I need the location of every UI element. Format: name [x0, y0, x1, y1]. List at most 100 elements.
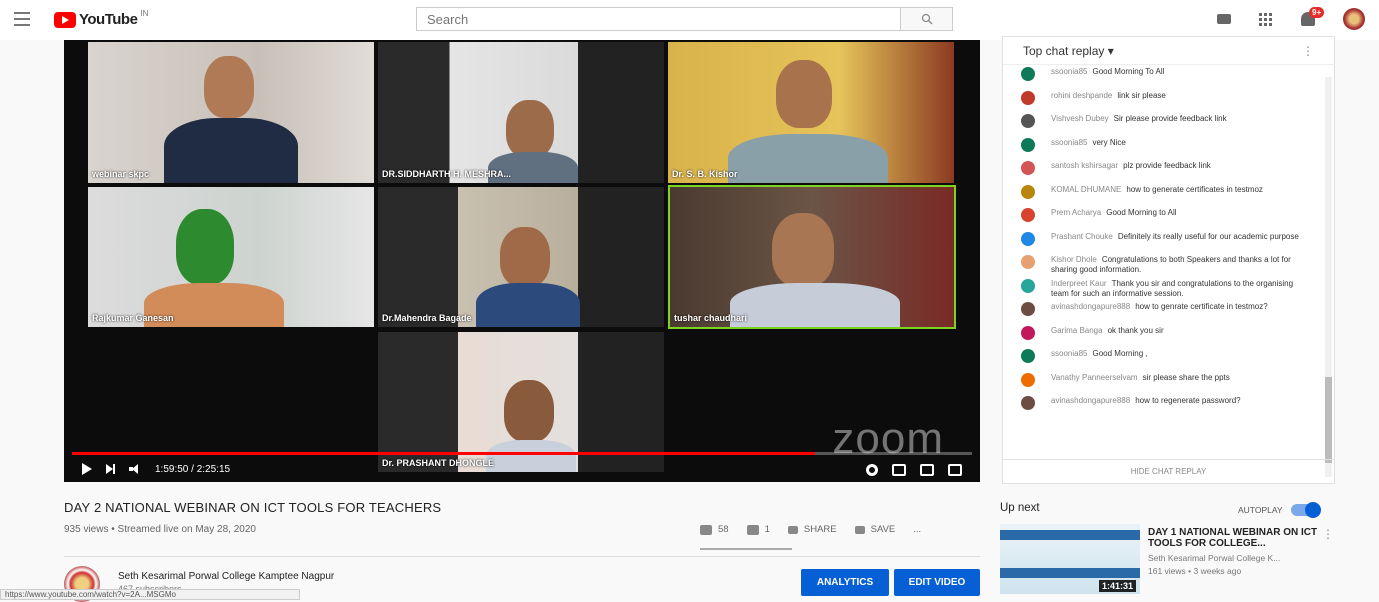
progress-fill	[72, 452, 815, 455]
chat-message: ssoonia85 very Nice	[1003, 136, 1324, 160]
volume-icon[interactable]	[129, 464, 141, 474]
chat-author-name: ssoonia85	[1051, 137, 1088, 147]
chat-author-avatar	[1021, 114, 1035, 128]
chat-author-name: Inderpreet Kaur	[1051, 278, 1107, 288]
autoplay-toggle[interactable]	[1290, 502, 1321, 518]
hamburger-menu-icon[interactable]	[14, 12, 30, 26]
dislike-button[interactable]: 1	[746, 524, 770, 535]
autoplay-control: AUTOPLAY	[1238, 502, 1321, 518]
participant-tile-active: tushar chaudhari	[668, 185, 956, 329]
video-player[interactable]: webinar skpc DR.SIDDHARTH H. MESHRA... D…	[64, 40, 980, 482]
create-video-icon[interactable]	[1217, 10, 1235, 28]
chat-message-list[interactable]: ssoonia85 Good Morning To All rohini deshp…	[1003, 65, 1324, 465]
chat-mode-dropdown[interactable]: Top chat replay ▾	[1023, 44, 1114, 58]
video-meta: 935 views • Streamed live on May 28, 202…	[64, 524, 256, 535]
miniplayer-icon[interactable]	[892, 464, 906, 476]
logo-region: IN	[140, 9, 149, 18]
chat-message: Garima Banga ok thank you sir	[1003, 324, 1324, 348]
player-controls: 1:59:50 / 2:25:15	[64, 456, 980, 482]
chat-message-body: santosh kshirsagar plz provide feedback l…	[1051, 159, 1211, 171]
chat-author-name: Kishor Dhole	[1051, 255, 1097, 264]
search-input[interactable]	[417, 8, 900, 30]
chat-more-icon[interactable]: ⋮	[1302, 44, 1314, 58]
participant-name: DR.SIDDHARTH H. MESHRA...	[382, 169, 512, 179]
participant-tile: Dr. PRASHANT DHONGLE	[378, 332, 664, 472]
chat-message: Vanathy Panneerselvam sir please share th…	[1003, 371, 1324, 395]
chat-message-text: Definitely its really useful for our aca…	[1117, 231, 1299, 241]
chat-message: avinashdongapure888 how to genrate certif…	[1003, 300, 1324, 324]
chat-author-avatar	[1021, 349, 1035, 363]
chat-message: ssoonia85 Good Morning To All	[1003, 65, 1324, 89]
search-bar	[416, 7, 953, 31]
up-next-channel[interactable]: Seth Kesarimal Porwal College K...	[1148, 553, 1280, 563]
edit-video-button[interactable]: EDIT VIDEO	[894, 569, 980, 596]
chat-author-avatar	[1021, 302, 1035, 316]
live-chat-replay: Top chat replay ▾ ⋮ ssoonia85 Good Mornin…	[1002, 36, 1335, 484]
next-icon[interactable]	[106, 464, 115, 474]
user-avatar[interactable]	[1343, 8, 1365, 30]
chat-author-avatar	[1021, 372, 1035, 387]
participant-face	[500, 227, 550, 287]
chat-author-name: avinashdongapure888	[1051, 396, 1131, 405]
chat-author-name: ssoonia85	[1051, 67, 1088, 76]
analytics-button[interactable]: ANALYTICS	[801, 569, 889, 596]
participant-name: tushar chaudhari	[674, 313, 748, 323]
up-next-title[interactable]: DAY 1 NATIONAL WEBINAR ON ICT TOOLS FOR …	[1148, 527, 1318, 549]
chat-author-name: ssoonia85	[1051, 349, 1088, 358]
share-arrow-icon	[787, 525, 798, 534]
chat-message: ssoonia85 Good Morning ,	[1003, 347, 1324, 371]
apps-grid-icon[interactable]	[1259, 10, 1277, 28]
chat-message-body: ssoonia85 very Nice	[1051, 136, 1126, 148]
youtube-play-icon	[54, 11, 76, 28]
chat-author-avatar	[1021, 90, 1035, 105]
chat-author-name: Vanathy Panneerselvam	[1051, 372, 1138, 382]
theater-mode-icon[interactable]	[920, 464, 934, 476]
chat-author-avatar	[1021, 137, 1035, 152]
chat-message-text: plz provide feedback link	[1123, 161, 1211, 170]
chat-author-avatar	[1021, 278, 1035, 293]
video-title: DAY 2 NATIONAL WEBINAR ON ICT TOOLS FOR …	[64, 500, 442, 515]
participant-name: Dr. S. B. Kishor	[672, 169, 738, 179]
chat-author-avatar	[1021, 231, 1035, 246]
chat-message-text: ok thank you sir	[1107, 325, 1164, 335]
search-button[interactable]	[900, 8, 952, 30]
participant-body	[730, 283, 900, 327]
participant-name: webinar skpc	[92, 169, 150, 179]
chat-message-body: avinashdongapure888 how to regenerate pas…	[1051, 394, 1241, 406]
up-next-more-icon[interactable]: ⋮	[1322, 527, 1334, 541]
chat-message-text: Sir please provide feedback link	[1113, 114, 1227, 123]
chat-author-name: Prem Acharya	[1051, 208, 1102, 217]
progress-bar[interactable]	[72, 452, 972, 455]
chat-message-text: Good Morning to All	[1106, 208, 1177, 217]
thumbs-up-icon	[700, 524, 712, 535]
hide-chat-button[interactable]: HIDE CHAT REPLAY	[1003, 459, 1334, 483]
chat-scrollbar-thumb[interactable]	[1325, 377, 1332, 463]
chat-message-body: Inderpreet Kaur Thank you sir and congrat…	[1051, 277, 1301, 299]
more-label: ...	[913, 524, 922, 535]
channel-name[interactable]: Seth Kesarimal Porwal College Kamptee Na…	[118, 571, 334, 582]
up-next-thumbnail[interactable]: 1:41:31	[1000, 524, 1140, 594]
chat-message: Kishor Dhole Congratulations to both Spea…	[1003, 253, 1324, 277]
settings-gear-icon[interactable]	[866, 464, 878, 476]
like-button[interactable]: 58	[700, 524, 729, 535]
chat-author-name: santosh kshirsagar	[1051, 161, 1119, 170]
thumbnail-banner	[1000, 530, 1140, 540]
chat-message-text: how to generate certificates in testmoz	[1126, 184, 1263, 194]
participant-tile: DR.SIDDHARTH H. MESHRA...	[378, 42, 664, 183]
play-icon[interactable]	[82, 463, 92, 475]
chat-message-body: Prem Acharya Good Morning to All	[1051, 206, 1177, 218]
fullscreen-icon[interactable]	[948, 464, 962, 476]
share-button[interactable]: SHARE	[787, 524, 837, 535]
more-actions-button[interactable]: ...	[913, 524, 921, 535]
chat-message: Prem Acharya Good Morning to All	[1003, 206, 1324, 230]
chat-message: avinashdongapure888 how to regenerate pas…	[1003, 394, 1324, 418]
thumbs-down-icon	[746, 524, 759, 535]
participant-face	[176, 209, 234, 285]
notifications-bell-icon[interactable]: 9+	[1301, 7, 1325, 28]
chat-message-body: rohini deshpande link sir please	[1051, 89, 1166, 101]
chat-author-name: KOMAL DHUMANE	[1051, 184, 1122, 194]
participant-tile: webinar skpc	[88, 42, 374, 183]
youtube-logo[interactable]: YouTube IN	[54, 9, 149, 28]
save-button[interactable]: SAVE	[854, 524, 895, 535]
participant-tile: Rajkumar Ganesan	[88, 187, 374, 327]
